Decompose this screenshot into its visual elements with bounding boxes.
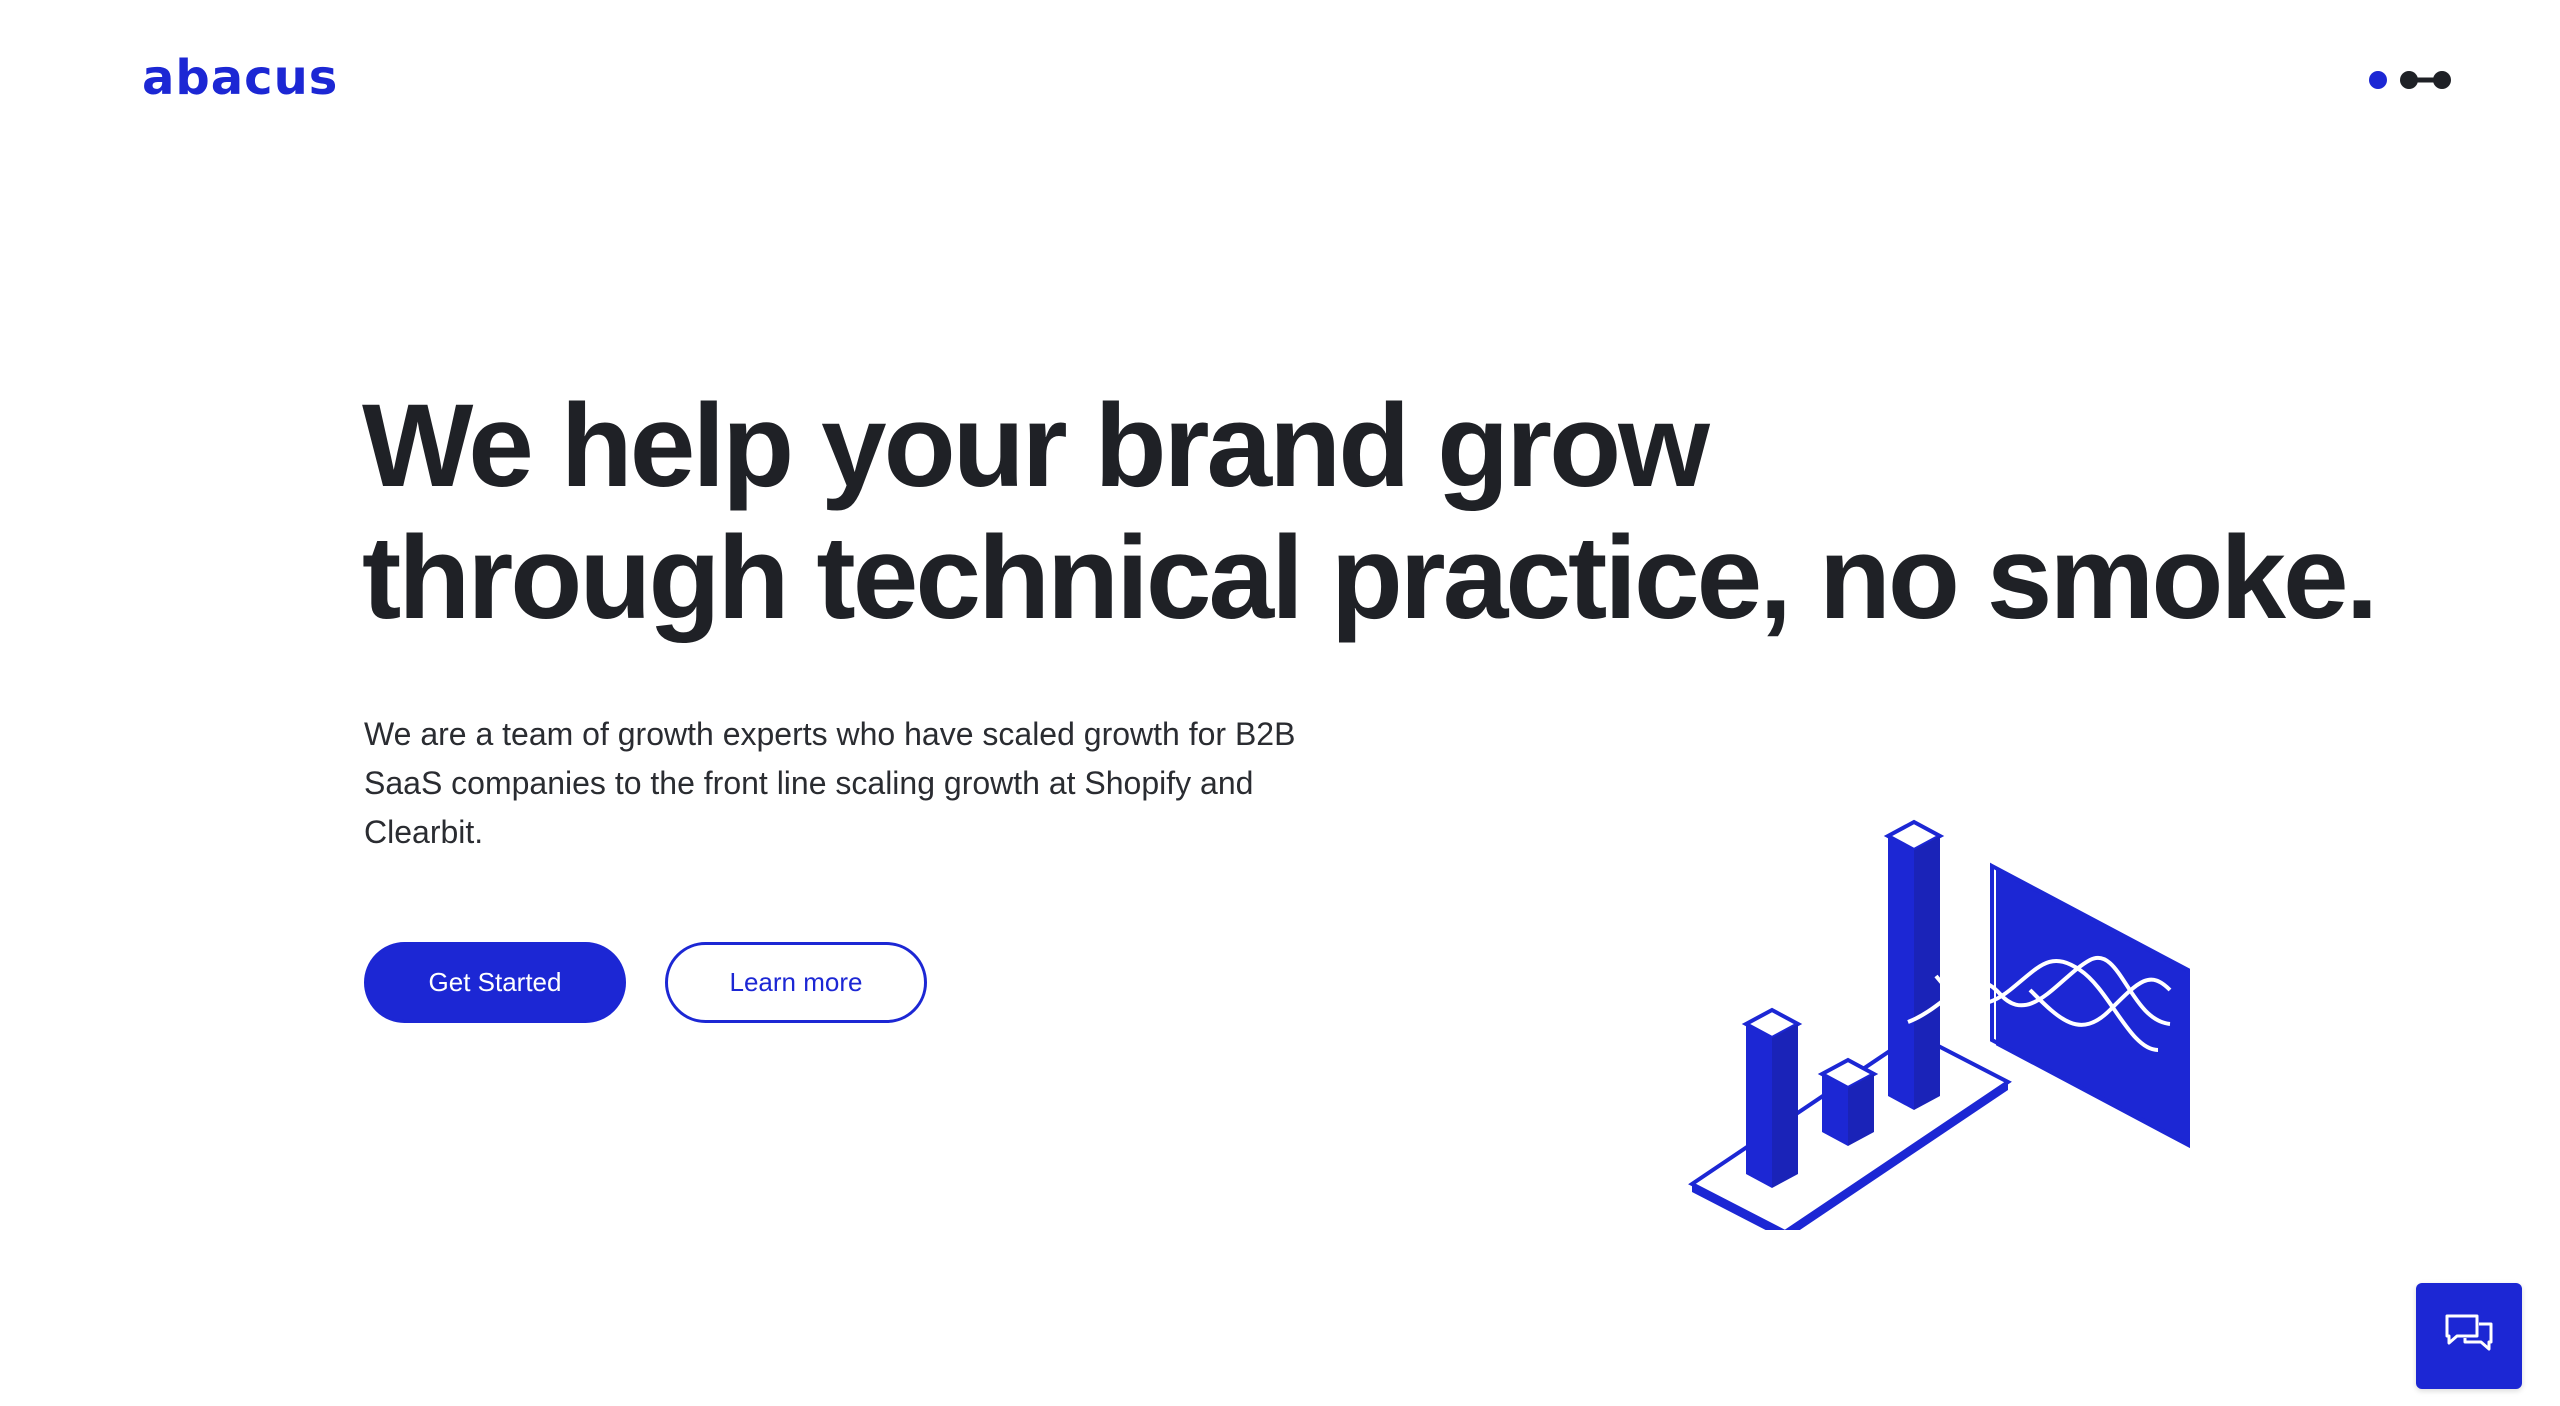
hero-title-line-1: We help your brand grow <box>362 380 1710 512</box>
chat-bubbles-icon <box>2445 1314 2493 1351</box>
get-started-button[interactable]: Get Started <box>364 942 626 1023</box>
chat-button[interactable] <box>2416 1283 2522 1389</box>
hero-description: We are a team of growth experts who have… <box>364 716 1296 850</box>
learn-more-button[interactable]: Learn more <box>665 942 927 1023</box>
isometric-bar-chart-illustration <box>1670 810 2196 1240</box>
menu-dots-icon[interactable] <box>2366 66 2456 96</box>
hero-title: We help your brand grow through technica… <box>362 380 2378 644</box>
landing-page: abacus We help your brand grow through t… <box>0 0 2560 1406</box>
hero-title-line-2: through technical practice, no smoke. <box>362 512 2378 644</box>
logo[interactable]: abacus <box>142 50 338 106</box>
